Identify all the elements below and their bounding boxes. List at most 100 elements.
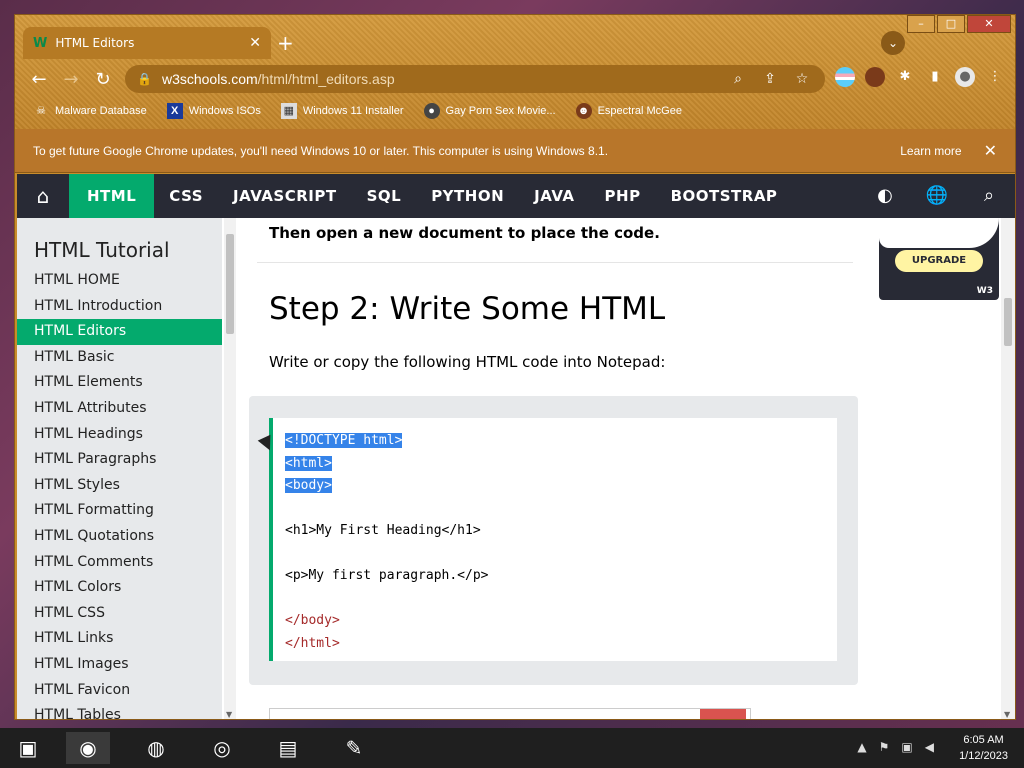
sidebar-item-html-tables[interactable]: HTML Tables xyxy=(17,703,222,719)
code-line[interactable]: </html> xyxy=(285,633,837,656)
action-center-flag-icon[interactable]: ⚑ xyxy=(879,740,890,754)
sidebar-item-html-links[interactable]: HTML Links xyxy=(17,626,222,652)
bookmark-label: Windows ISOs xyxy=(188,105,261,117)
sidebar-scroll-thumb[interactable] xyxy=(226,234,234,334)
new-tab-button[interactable]: + xyxy=(277,33,294,53)
upgrade-ad[interactable]: UPGRADE W3 xyxy=(879,218,999,300)
taskbar-notepad-icon[interactable]: ✎ xyxy=(332,732,376,764)
bookmark-espectral-mcgee[interactable]: ☻ Espectral McGee xyxy=(575,103,682,119)
tray-expand-icon[interactable]: ▲ xyxy=(857,740,866,754)
code-text: </body> xyxy=(285,613,340,628)
minimize-button[interactable]: – xyxy=(907,15,935,33)
scroll-down-arrow-icon[interactable]: ▼ xyxy=(1004,710,1010,719)
contrast-icon[interactable]: ◐ xyxy=(859,174,911,218)
topnav-sql[interactable]: SQL xyxy=(352,174,417,218)
bookmark-malware-database[interactable]: ☠ Malware Database xyxy=(33,103,147,119)
sidebar-item-html-css[interactable]: HTML CSS xyxy=(17,601,222,627)
code-text: <body> xyxy=(285,478,332,493)
sidebar-item-html-basic[interactable]: HTML Basic xyxy=(17,345,222,371)
taskbar-firefox-icon[interactable]: ◍ xyxy=(134,732,178,764)
avatar-extension-icon[interactable] xyxy=(865,67,885,87)
taskbar-clock[interactable]: 6:05 AM 1/12/2023 xyxy=(959,732,1008,764)
topnav-html[interactable]: HTML xyxy=(69,174,155,218)
page-scroll-thumb[interactable] xyxy=(1004,298,1012,346)
taskbar-file-explorer-icon[interactable]: ▤ xyxy=(266,732,310,764)
taskbar-chrome-icon[interactable]: ◉ xyxy=(66,732,110,764)
scroll-down-arrow-icon[interactable]: ▼ xyxy=(226,710,232,719)
sidebar-item-html-images[interactable]: HTML Images xyxy=(17,652,222,678)
sidebar-item-html-introduction[interactable]: HTML Introduction xyxy=(17,294,222,320)
code-text: <p>My first paragraph.</p> xyxy=(285,568,489,583)
code-line[interactable]: <!DOCTYPE html> xyxy=(285,430,837,453)
reload-button[interactable]: ↻ xyxy=(87,69,119,90)
search-icon[interactable]: ⌕ xyxy=(963,174,1015,218)
start-button[interactable]: ▣ xyxy=(6,732,50,764)
sidebar-item-html-elements[interactable]: HTML Elements xyxy=(17,370,222,396)
code-line[interactable]: <body> xyxy=(285,475,837,498)
sidebar-item-html-colors[interactable]: HTML Colors xyxy=(17,575,222,601)
sidebar-item-html-favicon[interactable]: HTML Favicon xyxy=(17,678,222,704)
network-icon[interactable]: ▣ xyxy=(901,740,912,754)
code-line[interactable]: <p>My first paragraph.</p> xyxy=(285,565,837,588)
url-text[interactable]: w3schools.com/html/html_editors.asp xyxy=(162,71,717,87)
sidebar-item-html-home[interactable]: HTML HOME xyxy=(17,268,222,294)
topnav-python[interactable]: PYTHON xyxy=(416,174,519,218)
code-block[interactable]: <!DOCTYPE html> <html> <body> <h1>My Fir… xyxy=(269,418,837,661)
code-text: </html> xyxy=(285,635,340,651)
code-line[interactable]: <html> xyxy=(285,453,837,476)
code-line[interactable] xyxy=(285,543,837,566)
home-icon[interactable]: ⌂ xyxy=(17,174,69,218)
sidebar-item-html-quotations[interactable]: HTML Quotations xyxy=(17,524,222,550)
profile-avatar-icon[interactable]: ● xyxy=(955,67,975,87)
zoom-icon[interactable]: ⌕ xyxy=(727,71,749,87)
sidebar-item-html-styles[interactable]: HTML Styles xyxy=(17,473,222,499)
topnav-php[interactable]: PHP xyxy=(590,174,656,218)
topnav-javascript[interactable]: JAVASCRIPT xyxy=(218,174,352,218)
close-window-button[interactable]: ✕ xyxy=(967,15,1011,33)
code-line[interactable] xyxy=(285,588,837,611)
sidebar-scrollbar[interactable]: ▼ xyxy=(224,218,236,719)
installer-icon: ▦ xyxy=(280,103,297,119)
page-heading: Step 2: Write Some HTML xyxy=(269,291,666,327)
tab-title: HTML Editors xyxy=(55,36,135,50)
sidebar-item-html-editors[interactable]: HTML Editors xyxy=(17,319,222,345)
tab-close-icon[interactable]: ✕ xyxy=(249,35,261,51)
sidebar-item-html-headings[interactable]: HTML Headings xyxy=(17,422,222,448)
tab-html-editors[interactable]: W HTML Editors ✕ xyxy=(23,27,271,59)
globe-icon[interactable]: 🌐 xyxy=(911,174,963,218)
upgrade-button[interactable]: UPGRADE xyxy=(895,250,983,272)
bookmark-star-icon[interactable]: ☆ xyxy=(791,71,813,87)
topnav-java[interactable]: JAVA xyxy=(519,174,589,218)
volume-icon[interactable]: ◀ xyxy=(925,740,934,754)
infobar-close-icon[interactable]: ✕ xyxy=(984,141,997,160)
bookmark-windows-isos[interactable]: X Windows ISOs xyxy=(166,103,261,119)
code-line[interactable] xyxy=(285,498,837,521)
taskbar-circle-logo-icon[interactable]: ◎ xyxy=(200,732,244,764)
share-icon[interactable]: ⇪ xyxy=(759,71,781,87)
bookmark-site-4[interactable]: ● Gay Porn Sex Movie... xyxy=(423,103,556,119)
bookmark-windows-11-installer[interactable]: ▦ Windows 11 Installer xyxy=(280,103,404,119)
maximize-button[interactable]: □ xyxy=(937,15,965,33)
topnav-css[interactable]: CSS xyxy=(154,174,218,218)
sidebar-item-html-attributes[interactable]: HTML Attributes xyxy=(17,396,222,422)
code-line[interactable]: <h1>My First Heading</h1> xyxy=(285,520,837,543)
forward-button[interactable]: → xyxy=(55,69,87,90)
peek-red-bar xyxy=(700,709,746,719)
sidebar-item-html-formatting[interactable]: HTML Formatting xyxy=(17,498,222,524)
back-button[interactable]: ← xyxy=(23,69,55,90)
tab-search-chevron-icon[interactable]: ⌄ xyxy=(881,31,905,55)
side-panel-icon[interactable]: ▮ xyxy=(925,67,945,87)
extensions-puzzle-icon[interactable]: ✱ xyxy=(895,67,915,87)
sidebar-item-html-comments[interactable]: HTML Comments xyxy=(17,550,222,576)
topnav-bootstrap[interactable]: BOOTSTRAP xyxy=(656,174,793,218)
page-scrollbar[interactable]: ▼ xyxy=(1001,218,1015,719)
site-favicon-icon: ● xyxy=(423,103,440,119)
chrome-menu-icon[interactable]: ⋮ xyxy=(985,67,1005,87)
sidebar-item-html-paragraphs[interactable]: HTML Paragraphs xyxy=(17,447,222,473)
code-text: <html> xyxy=(285,455,332,471)
address-bar[interactable]: 🔒 w3schools.com/html/html_editors.asp ⌕ … xyxy=(125,65,825,93)
lock-icon[interactable]: 🔒 xyxy=(137,72,152,86)
code-line[interactable]: </body> xyxy=(285,610,837,633)
trans-flag-extension-icon[interactable] xyxy=(835,67,855,87)
learn-more-link[interactable]: Learn more xyxy=(900,144,961,158)
